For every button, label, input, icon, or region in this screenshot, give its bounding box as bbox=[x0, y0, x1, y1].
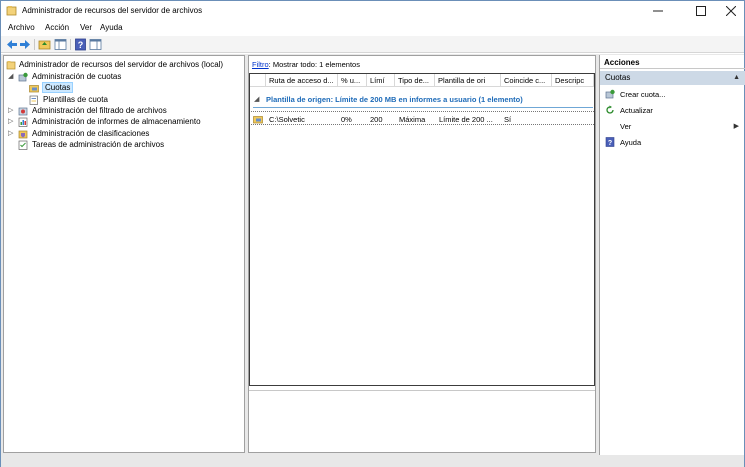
tree-label: Tareas de administración de archivos bbox=[32, 140, 165, 149]
group-collapse-icon[interactable]: ◢ bbox=[254, 95, 259, 103]
column-header-path[interactable]: Ruta de acceso d... bbox=[266, 74, 338, 87]
column-header-match[interactable]: Coincide c... bbox=[501, 74, 552, 87]
forward-arrow-icon[interactable] bbox=[19, 38, 32, 51]
file-server-icon bbox=[6, 61, 16, 70]
quota-management-icon bbox=[18, 72, 28, 82]
tree-node-file-tasks[interactable]: Tareas de administración de archivos bbox=[8, 139, 244, 151]
results-pane: Filtro: Mostrar todo: 1 elementos Ruta d… bbox=[248, 55, 596, 453]
show-hide-action-pane-icon[interactable] bbox=[89, 38, 102, 51]
up-folder-icon[interactable] bbox=[38, 38, 51, 51]
group-header[interactable]: Plantilla de origen: Límite de 200 MB en… bbox=[266, 95, 523, 104]
storage-reports-icon bbox=[18, 117, 28, 127]
filter-bar: Filtro: Mostrar todo: 1 elementos bbox=[252, 60, 360, 69]
svg-text:?: ? bbox=[78, 40, 84, 50]
menu-ayuda[interactable]: Ayuda bbox=[100, 23, 123, 32]
filter-link[interactable]: Filtro bbox=[252, 60, 269, 69]
classification-icon bbox=[18, 130, 28, 139]
tree-label: Administración de clasificaciones bbox=[32, 129, 150, 138]
column-header-limit[interactable]: Límí bbox=[367, 74, 395, 87]
expand-arrow-icon[interactable]: ▷ bbox=[8, 107, 15, 115]
file-tasks-icon bbox=[18, 140, 28, 150]
toolbar-separator bbox=[34, 39, 35, 50]
cell-path: C:\Solvetic bbox=[269, 115, 305, 124]
menu-archivo[interactable]: Archivo bbox=[8, 23, 35, 32]
column-header-template[interactable]: Plantilla de ori bbox=[435, 74, 501, 87]
tree-node-storage-reports[interactable]: ▷ Administración de informes de almacena… bbox=[8, 116, 244, 128]
action-label: Actualizar bbox=[620, 106, 653, 115]
window-title: Administrador de recursos del servidor d… bbox=[22, 6, 203, 15]
group-divider bbox=[253, 107, 593, 108]
tree-label: Plantillas de cuota bbox=[43, 95, 108, 104]
detail-pane bbox=[249, 390, 595, 452]
cell-limit: 200 bbox=[370, 115, 383, 124]
column-header-percent[interactable]: % u... bbox=[338, 74, 367, 87]
action-help[interactable]: ? Ayuda bbox=[600, 136, 745, 150]
menu-accion[interactable]: Acción bbox=[45, 23, 69, 32]
help-icon: ? bbox=[605, 137, 615, 147]
console-tree: Administrador de recursos del servidor d… bbox=[3, 55, 245, 453]
tree-label: Cuotas bbox=[42, 82, 74, 93]
quota-folder-icon bbox=[253, 116, 263, 124]
actions-title: Acciones bbox=[600, 55, 745, 69]
main-area: Administrador de recursos del servidor d… bbox=[1, 54, 745, 466]
menu-bar: Archivo Acción Ver Ayuda bbox=[1, 21, 744, 36]
collapse-caret-icon[interactable]: ▲ bbox=[733, 74, 740, 81]
action-view[interactable]: Ver ▶ bbox=[600, 120, 745, 134]
cell-match: Sí bbox=[504, 115, 512, 124]
expand-arrow-icon[interactable]: ▷ bbox=[8, 130, 15, 138]
filter-text: : Mostrar todo: 1 elementos bbox=[268, 60, 360, 69]
file-screening-icon bbox=[18, 107, 28, 116]
title-bar: Administrador de recursos del servidor d… bbox=[1, 1, 744, 21]
column-header-type[interactable]: Tipo de... bbox=[395, 74, 435, 87]
app-window: Administrador de recursos del servidor d… bbox=[0, 0, 745, 467]
column-header-description[interactable]: Descripc bbox=[552, 74, 594, 87]
column-header-icon[interactable] bbox=[250, 74, 266, 87]
actions-section-quotas[interactable]: Cuotas ▲ bbox=[600, 71, 745, 85]
svg-text:?: ? bbox=[608, 140, 612, 147]
cell-percent: 0% bbox=[341, 115, 352, 124]
submenu-arrow-icon: ▶ bbox=[733, 123, 739, 130]
tree-node-root[interactable]: Administrador de recursos del servidor d… bbox=[6, 59, 244, 71]
close-button[interactable] bbox=[714, 1, 745, 21]
tree-label: Administración de cuotas bbox=[32, 72, 122, 81]
action-label: Crear cuota... bbox=[620, 90, 666, 99]
refresh-icon bbox=[606, 105, 614, 114]
table-row[interactable]: C:\Solvetic 0% 200 Máxima Límite de 200 … bbox=[251, 111, 594, 125]
toolbar-separator bbox=[70, 39, 71, 50]
cell-template: Límite de 200 ... bbox=[439, 115, 493, 124]
help-icon[interactable]: ? bbox=[74, 38, 87, 51]
actions-section-label: Cuotas bbox=[605, 73, 631, 82]
quota-list: Ruta de acceso d... % u... Límí Tipo de.… bbox=[249, 73, 595, 386]
file-server-icon bbox=[6, 6, 17, 16]
toolbar: ? bbox=[1, 36, 744, 53]
status-bar bbox=[1, 455, 744, 467]
tree-node-quotas[interactable]: Cuotas bbox=[18, 82, 244, 94]
action-label: Ver bbox=[620, 122, 632, 131]
action-create-quota[interactable]: Crear cuota... bbox=[600, 88, 745, 102]
action-refresh[interactable]: Actualizar bbox=[600, 104, 745, 118]
template-icon bbox=[29, 95, 38, 105]
show-hide-tree-icon[interactable] bbox=[54, 38, 67, 51]
create-quota-icon bbox=[605, 89, 615, 99]
maximize-button[interactable] bbox=[684, 1, 718, 21]
actions-pane: Acciones Cuotas ▲ Crear cuota... Actuali… bbox=[599, 55, 745, 465]
quota-folder-icon bbox=[29, 85, 39, 93]
minimize-button[interactable] bbox=[641, 1, 675, 21]
tree-label: Administración de informes de almacenami… bbox=[32, 117, 201, 126]
cell-type: Máxima bbox=[399, 115, 426, 124]
back-arrow-icon[interactable] bbox=[5, 38, 18, 51]
expand-arrow-icon[interactable]: ▷ bbox=[8, 118, 15, 126]
action-label: Ayuda bbox=[620, 138, 642, 147]
tree-label: Administración del filtrado de archivos bbox=[32, 106, 167, 115]
collapse-arrow-icon[interactable]: ◢ bbox=[8, 73, 15, 81]
tree-label: Administrador de recursos del servidor d… bbox=[19, 60, 224, 69]
menu-ver[interactable]: Ver bbox=[80, 23, 92, 32]
